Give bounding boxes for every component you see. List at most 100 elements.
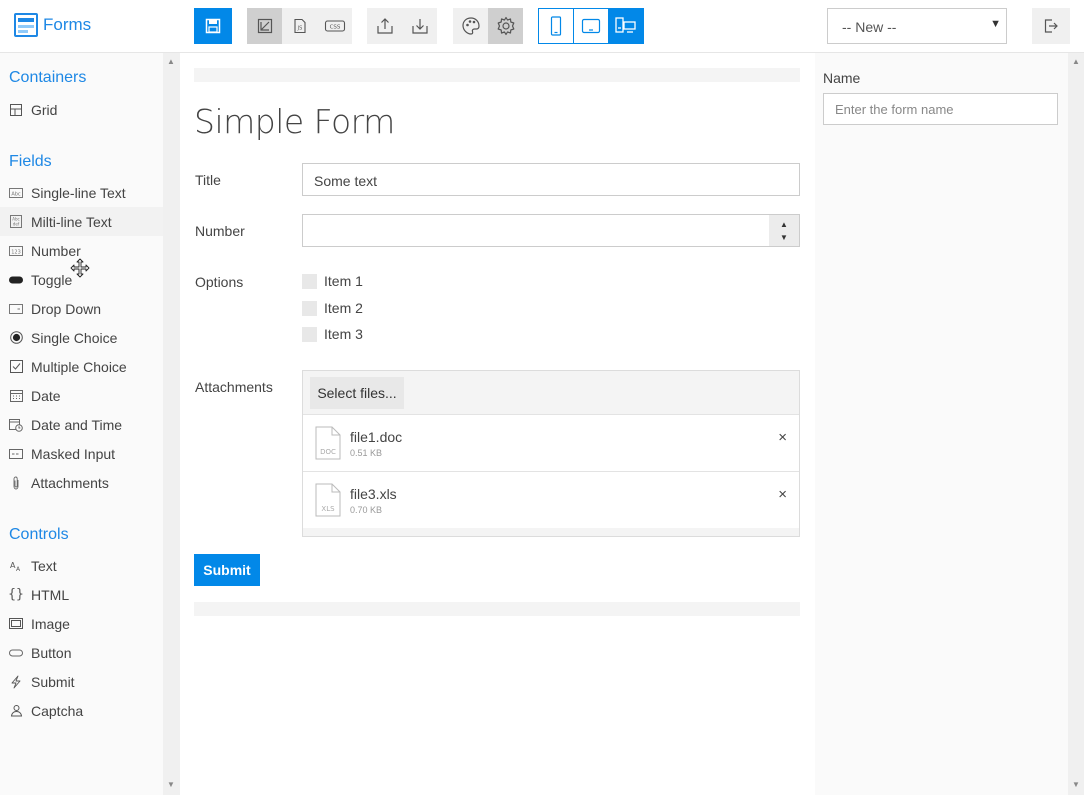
checkbox-icon: [9, 360, 23, 374]
phone-icon: [550, 16, 562, 36]
sidebar-item-button[interactable]: Button: [0, 638, 163, 667]
import-button[interactable]: [402, 8, 437, 44]
sidebar-item-label: Image: [31, 615, 70, 632]
option-checkbox[interactable]: [302, 326, 317, 342]
toolbox-sidebar: Containers Grid Fields Abc Single-line T…: [0, 53, 163, 795]
calendar-icon: [9, 389, 23, 403]
tablet-view-button[interactable]: [573, 8, 609, 44]
sidebar-item-single-line-text[interactable]: Abc Single-line Text: [0, 178, 163, 207]
save-button[interactable]: [194, 8, 232, 44]
js-button[interactable]: JS: [282, 8, 317, 44]
sidebar-item-date[interactable]: Date: [0, 381, 163, 410]
form-header-band: [194, 68, 800, 82]
svg-text:123: 123: [11, 249, 21, 255]
sidebar-item-masked-input[interactable]: Masked Input: [0, 439, 163, 468]
sidebar-item-multi-line-text[interactable]: Abc def Milti-line Text: [0, 207, 163, 236]
button-icon: [9, 646, 23, 660]
submit-button[interactable]: Submit: [194, 554, 260, 586]
theme-button[interactable]: [453, 8, 488, 44]
design-icon: [257, 18, 272, 34]
paperclip-icon: [9, 476, 23, 490]
image-icon: [9, 617, 23, 631]
attachments-field-label: Attachments: [195, 379, 273, 395]
masked-input-icon: [9, 447, 23, 461]
css-icon: CSS: [324, 20, 345, 32]
attachments-uploader: Select files... DOC file1.doc 0.51 KB × …: [302, 370, 800, 537]
file-ext-label: DOC: [320, 448, 336, 456]
scroll-down-icon[interactable]: ▼: [167, 780, 175, 789]
sidebar-item-html[interactable]: {} HTML: [0, 580, 163, 609]
braces-icon: {}: [8, 587, 24, 602]
stepper-down-icon[interactable]: ▼: [769, 231, 799, 244]
app-logo: Forms: [14, 13, 91, 37]
sidebar-item-date-and-time[interactable]: Date and Time: [0, 410, 163, 439]
form-name-input[interactable]: Enter the form name: [823, 93, 1058, 125]
doc-file-icon: DOC: [315, 426, 341, 460]
sidebar-item-captcha[interactable]: Captcha: [0, 696, 163, 725]
sidebar-item-submit[interactable]: Submit: [0, 667, 163, 696]
file-size: 0.51 KB: [350, 448, 383, 458]
number-stepper[interactable]: ▲ ▼: [769, 215, 799, 246]
sidebar-item-label: Single-line Text: [31, 184, 126, 201]
sidebar-item-drop-down[interactable]: Drop Down: [0, 294, 163, 323]
section-heading-fields: Fields: [9, 153, 52, 170]
select-files-button[interactable]: Select files...: [310, 377, 404, 409]
option-item-2[interactable]: Item 2: [302, 300, 363, 316]
sidebar-item-label: Multiple Choice: [31, 358, 127, 375]
scroll-up-icon[interactable]: ▲: [167, 57, 175, 66]
sidebar-item-attachments[interactable]: Attachments: [0, 468, 163, 497]
forms-logo-icon: [14, 13, 38, 37]
new-form-select-value: -- New --: [842, 19, 897, 35]
sidebar-item-label: HTML: [31, 586, 70, 603]
design-mode-button[interactable]: [247, 8, 282, 44]
scroll-up-icon[interactable]: ▲: [1072, 57, 1080, 66]
option-checkbox[interactable]: [302, 273, 317, 289]
sidebar-item-image[interactable]: Image: [0, 609, 163, 638]
desktop-view-button[interactable]: [608, 8, 644, 44]
number-field-label: Number: [195, 223, 245, 239]
scroll-down-icon[interactable]: ▼: [1072, 780, 1080, 789]
option-item-1[interactable]: Item 1: [302, 273, 363, 289]
save-icon: [205, 18, 221, 34]
sidebar-item-label: Captcha: [31, 702, 84, 719]
chevron-down-icon: ▼: [990, 18, 1001, 30]
svg-text:def: def: [13, 222, 20, 227]
phone-view-button[interactable]: [538, 8, 574, 44]
move-cursor-icon: [70, 258, 90, 278]
title-field-label: Title: [195, 172, 221, 188]
sidebar-item-label: Text: [31, 557, 57, 574]
svg-text:A: A: [16, 566, 21, 572]
export-icon: [376, 18, 393, 34]
sidebar-item-multiple-choice[interactable]: Multiple Choice: [0, 352, 163, 381]
sidebar-item-label: Toggle: [31, 271, 73, 288]
option-checkbox[interactable]: [302, 300, 317, 316]
sidebar-item-label: Date: [31, 387, 61, 404]
number-input[interactable]: ▲ ▼: [302, 214, 800, 247]
css-button[interactable]: CSS: [317, 8, 352, 44]
page-scrollbar[interactable]: ▲ ▼: [1068, 53, 1084, 795]
form-name-label: Name: [823, 70, 861, 86]
remove-file-icon[interactable]: ×: [778, 429, 787, 446]
stepper-up-icon[interactable]: ▲: [769, 218, 799, 231]
file-name: file3.xls: [350, 486, 397, 502]
sidebar-scrollbar[interactable]: ▲ ▼: [163, 53, 180, 795]
sidebar-item-grid[interactable]: Grid: [0, 95, 163, 124]
sidebar-item-label: Drop Down: [31, 300, 102, 317]
dropdown-icon: [9, 302, 23, 316]
option-item-3[interactable]: Item 3: [302, 326, 363, 342]
grid-icon: [9, 103, 23, 117]
remove-file-icon[interactable]: ×: [778, 486, 787, 503]
option-label: Item 1: [324, 273, 363, 289]
export-button[interactable]: [367, 8, 402, 44]
settings-button[interactable]: [488, 8, 523, 44]
new-form-select[interactable]: -- New -- ▼: [827, 8, 1007, 44]
svg-text:JS: JS: [296, 26, 302, 32]
logout-button[interactable]: [1032, 8, 1070, 44]
sidebar-item-label: Button: [31, 644, 72, 661]
form-title[interactable]: Simple Form: [194, 102, 395, 141]
tablet-icon: [581, 18, 601, 34]
title-input[interactable]: Some text: [302, 163, 800, 196]
sidebar-item-single-choice[interactable]: Single Choice: [0, 323, 163, 352]
lightning-icon: [9, 675, 23, 689]
sidebar-item-text[interactable]: AA Text: [0, 551, 163, 580]
